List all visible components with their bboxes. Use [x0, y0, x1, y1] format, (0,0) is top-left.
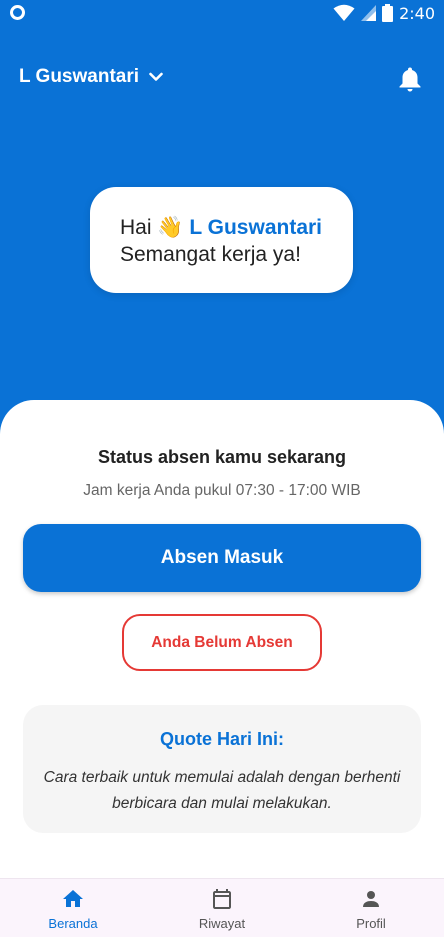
bell-icon	[399, 67, 421, 92]
greeting-card: Hai 👋 L Guswantari Semangat kerja ya!	[90, 187, 353, 293]
status-bar-right: 2:40	[333, 3, 435, 23]
quote-title: Quote Hari Ini:	[159, 729, 284, 749]
attendance-sheet: Status absen kamu sekarang Jam kerja And…	[0, 400, 444, 878]
user-name: L Guswantari	[19, 66, 140, 87]
status-time: 2:40	[399, 3, 435, 23]
bottom-navigation: Beranda Riwayat Profil	[0, 878, 444, 937]
greeting-message: Semangat kerja ya!	[120, 243, 301, 266]
home-icon	[63, 890, 83, 907]
greeting-name: L Guswantari	[189, 216, 323, 239]
nav-item-beranda[interactable]: Beranda	[18, 879, 128, 937]
nav-item-profil[interactable]: Profil	[316, 879, 426, 937]
status-bar: 2:40	[0, 0, 444, 26]
user-switcher[interactable]: L Guswantari	[19, 66, 163, 88]
check-in-button[interactable]: Absen Masuk	[23, 524, 421, 592]
attendance-title: Status absen kamu sekarang	[97, 447, 347, 467]
nav-label-riwayat: Riwayat	[198, 916, 246, 931]
battery-icon	[382, 4, 394, 22]
person-icon	[363, 891, 379, 907]
calendar-icon	[213, 889, 231, 909]
signal-icon	[361, 5, 377, 21]
work-hours-text: Jam kerja Anda pukul 07:30 - 17:00 WIB	[83, 482, 361, 499]
wave-emoji: 👋	[157, 216, 184, 239]
attendance-status-badge[interactable]: Anda Belum Absen	[122, 614, 322, 671]
chevron-down-icon	[149, 72, 163, 81]
app-notification-icon	[10, 5, 25, 20]
greeting-line: Hai 👋 L Guswantari	[120, 214, 353, 241]
notification-button[interactable]	[398, 66, 422, 92]
nav-item-riwayat[interactable]: Riwayat	[167, 879, 277, 937]
quote-card: Quote Hari Ini: Cara terbaik untuk memul…	[23, 705, 421, 833]
wifi-icon	[333, 4, 355, 21]
greeting-prefix: Hai	[120, 216, 152, 239]
quote-text: Cara terbaik untuk memulai adalah dengan…	[43, 769, 401, 812]
nav-label-profil: Profil	[356, 916, 386, 931]
nav-label-beranda: Beranda	[48, 916, 98, 931]
